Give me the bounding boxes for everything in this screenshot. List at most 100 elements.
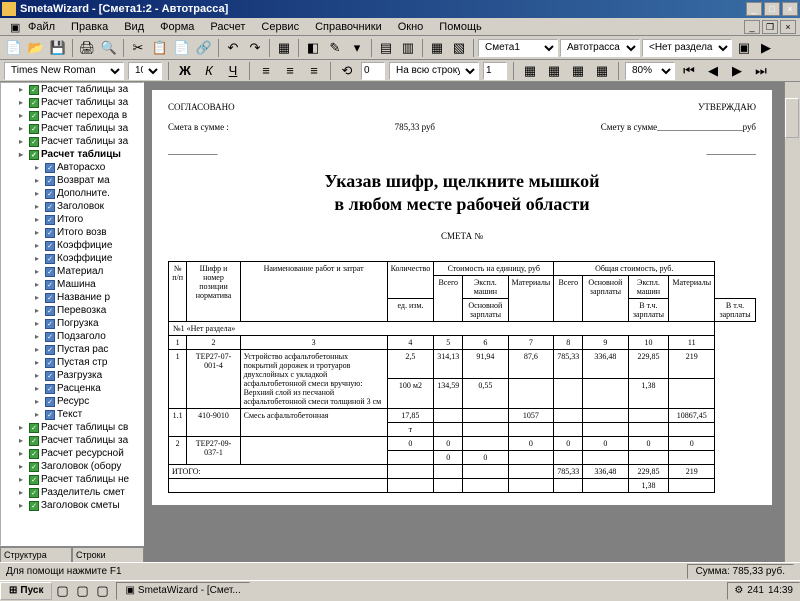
minimize-button[interactable]: _ xyxy=(746,2,762,16)
nav-last-icon[interactable]: ⏭ xyxy=(751,61,771,81)
close-button[interactable]: × xyxy=(782,2,798,16)
mdi-close[interactable]: × xyxy=(780,20,796,34)
tree-item[interactable]: ▸✓Расчет таблицы не xyxy=(1,473,143,486)
font-combo[interactable]: Times New Roman xyxy=(4,62,124,80)
tree-item[interactable]: ▸✓Перевозка xyxy=(1,304,143,317)
new-icon[interactable]: 📄 xyxy=(4,38,24,58)
cols-input[interactable] xyxy=(483,62,507,80)
grid3-icon[interactable]: ▦ xyxy=(568,61,588,81)
tree-item[interactable]: ▸✓Итого возв xyxy=(1,226,143,239)
tree-item[interactable]: ▸✓Пустая рас xyxy=(1,343,143,356)
tool-d-icon[interactable]: ▤ xyxy=(376,38,396,58)
tree-item[interactable]: ▸✓Расчет таблицы за xyxy=(1,135,143,148)
tree-item[interactable]: ▸✓Заголовок xyxy=(1,200,143,213)
fontsize-combo[interactable]: 10 xyxy=(128,62,162,80)
tree-item[interactable]: ▸✓Заголовок сметы xyxy=(1,499,143,512)
tree-item[interactable]: ▸✓Название р xyxy=(1,291,143,304)
tree-item[interactable]: ▸✓Расчет таблицы xyxy=(1,148,143,161)
menu-view[interactable]: Вид xyxy=(118,20,150,34)
tree-item[interactable]: ▸✓Разделитель смет xyxy=(1,486,143,499)
tree-item[interactable]: ▸✓Дополните. xyxy=(1,187,143,200)
tool-f-icon[interactable]: ▦ xyxy=(427,38,447,58)
italic-icon[interactable]: К xyxy=(199,61,219,81)
estimate-combo[interactable]: Смета1 xyxy=(478,39,558,57)
link-icon[interactable]: 🔗 xyxy=(194,38,214,58)
lines-combo[interactable]: На всю строку xyxy=(389,62,479,80)
tree-item[interactable]: ▸✓Расчет таблицы за xyxy=(1,83,143,96)
nav-first-icon[interactable]: ⏮ xyxy=(679,61,699,81)
tree-item[interactable]: ▸✓Коэффицие xyxy=(1,239,143,252)
redo-icon[interactable]: ↷ xyxy=(245,38,265,58)
undo-icon[interactable]: ↶ xyxy=(223,38,243,58)
form-icon[interactable]: ▦ xyxy=(274,38,294,58)
menu-help[interactable]: Помощь xyxy=(433,20,488,34)
quicklaunch-2[interactable]: ▢ xyxy=(72,581,92,601)
quicklaunch-1[interactable]: ▢ xyxy=(52,581,72,601)
tree-item[interactable]: ▸✓Разгрузка xyxy=(1,369,143,382)
bold-icon[interactable]: Ж xyxy=(175,61,195,81)
menu-window[interactable]: Окно xyxy=(392,20,430,34)
tool-c-icon[interactable]: ▾ xyxy=(347,38,367,58)
tree-item[interactable]: ▸✓Расценка xyxy=(1,382,143,395)
open-icon[interactable]: 📂 xyxy=(26,38,46,58)
tree-item[interactable]: ▸✓Расчет перехода в xyxy=(1,109,143,122)
menu-calc[interactable]: Расчет xyxy=(204,20,251,34)
taskbar-app[interactable]: ▣ SmetaWizard - [Смет... xyxy=(116,582,249,600)
tree-item[interactable]: ▸✓Материал xyxy=(1,265,143,278)
toggle-icon[interactable]: ▣ xyxy=(734,38,754,58)
align-center-icon[interactable]: ≡ xyxy=(280,61,300,81)
object-combo[interactable]: Автотрасса xyxy=(560,39,640,57)
nav-prev-icon[interactable]: ◀ xyxy=(703,61,723,81)
grid2-icon[interactable]: ▦ xyxy=(544,61,564,81)
align-right-icon[interactable]: ≡ xyxy=(304,61,324,81)
grid4-icon[interactable]: ▦ xyxy=(592,61,612,81)
nav-next-icon[interactable]: ▶ xyxy=(727,61,747,81)
tree-item[interactable]: ▸✓Машина xyxy=(1,278,143,291)
vertical-scrollbar[interactable] xyxy=(784,82,800,580)
menu-refs[interactable]: Справочники xyxy=(309,20,388,34)
tree-item[interactable]: ▸✓Расчет таблицы св xyxy=(1,421,143,434)
tool-e-icon[interactable]: ▥ xyxy=(398,38,418,58)
start-button[interactable]: ⊞ Пуск xyxy=(0,582,52,600)
tree-item[interactable]: ▸✓Ресурс xyxy=(1,395,143,408)
save-icon[interactable]: 💾 xyxy=(48,38,68,58)
go-icon[interactable]: ▶ xyxy=(756,38,776,58)
tree-item[interactable]: ▸✓Заголовок (обору xyxy=(1,460,143,473)
tree-item[interactable]: ▸✓Итого xyxy=(1,213,143,226)
menu-form[interactable]: Форма xyxy=(154,20,200,34)
menu-service[interactable]: Сервис xyxy=(255,20,305,34)
tree-item[interactable]: ▸✓Текст xyxy=(1,408,143,421)
tree-item[interactable]: ▸✓Расчет ресурсной xyxy=(1,447,143,460)
tool-a-icon[interactable]: ◧ xyxy=(303,38,323,58)
zoom-combo[interactable]: 80% xyxy=(625,62,675,80)
tree-item[interactable]: ▸✓Подзаголо xyxy=(1,330,143,343)
section-combo[interactable]: <Нет раздела> xyxy=(642,39,732,57)
tree-item[interactable]: ▸✓Расчет таблицы за xyxy=(1,434,143,447)
tree-item[interactable]: ▸✓Возврат ма xyxy=(1,174,143,187)
align-left-icon[interactable]: ≡ xyxy=(256,61,276,81)
preview-icon[interactable]: 🔍 xyxy=(99,38,119,58)
system-tray[interactable]: ⚙ 241 14:39 xyxy=(727,582,800,600)
tool-b-icon[interactable]: ✎ xyxy=(325,38,345,58)
cut-icon[interactable]: ✂ xyxy=(128,38,148,58)
mdi-minimize[interactable]: _ xyxy=(744,20,760,34)
maximize-button[interactable]: □ xyxy=(764,2,780,16)
tool-g-icon[interactable]: ▧ xyxy=(449,38,469,58)
document-area[interactable]: СОГЛАСОВАНО УТВЕРЖДАЮ Смета в сумме : 78… xyxy=(144,82,800,580)
tree-item[interactable]: ▸✓Расчет таблицы за xyxy=(1,122,143,135)
copy-icon[interactable]: 📋 xyxy=(150,38,170,58)
wrap-icon[interactable]: ⟲ xyxy=(337,61,357,81)
grid1-icon[interactable]: ▦ xyxy=(520,61,540,81)
print-icon[interactable]: 🖨 xyxy=(77,38,97,58)
tree-item[interactable]: ▸✓Коэффицие xyxy=(1,252,143,265)
indent-input[interactable] xyxy=(361,62,385,80)
paste-icon[interactable]: 📄 xyxy=(172,38,192,58)
tree-item[interactable]: ▸✓Пустая стр xyxy=(1,356,143,369)
quicklaunch-3[interactable]: ▢ xyxy=(92,581,112,601)
tree-item[interactable]: ▸✓Авторасхо xyxy=(1,161,143,174)
tree-item[interactable]: ▸✓Расчет таблицы за xyxy=(1,96,143,109)
mdi-restore[interactable]: ❐ xyxy=(762,20,778,34)
tree-item[interactable]: ▸✓Погрузка xyxy=(1,317,143,330)
tab-rows[interactable]: Строки xyxy=(72,547,144,563)
underline-icon[interactable]: Ч xyxy=(223,61,243,81)
